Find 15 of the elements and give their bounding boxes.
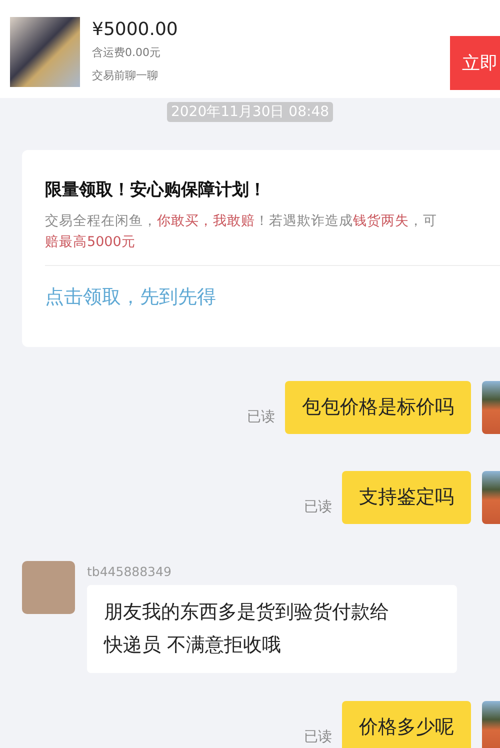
sender-name: tb445888349 [87, 564, 172, 579]
read-status: 已读 [247, 409, 275, 425]
promo-title: 限量领取！安心购保障计划！ [45, 179, 267, 201]
read-status: 已读 [304, 499, 332, 515]
received-message: 朋友我的东西多是货到验货付款给 快递员 不满意拒收哦 [87, 585, 457, 673]
claim-link[interactable]: 点击领取，先到先得 [45, 284, 216, 310]
promo-description: 交易全程在闲鱼，你敢买，我敢赔！若遇欺诈造成钱货两失，可 赔最高5000元 [45, 212, 438, 252]
read-status: 已读 [304, 729, 332, 745]
sent-message: 价格多少呢 [342, 701, 471, 748]
buy-now-button[interactable]: 立即 [450, 36, 500, 90]
shipping-note: 含运费0.00元 [92, 45, 162, 60]
sent-message: 支持鉴定吗 [342, 471, 471, 524]
sent-message: 包包价格是标价吗 [285, 381, 471, 434]
product-price: ¥5000.00 [92, 18, 179, 42]
chat-hint: 交易前聊一聊 [92, 68, 159, 83]
